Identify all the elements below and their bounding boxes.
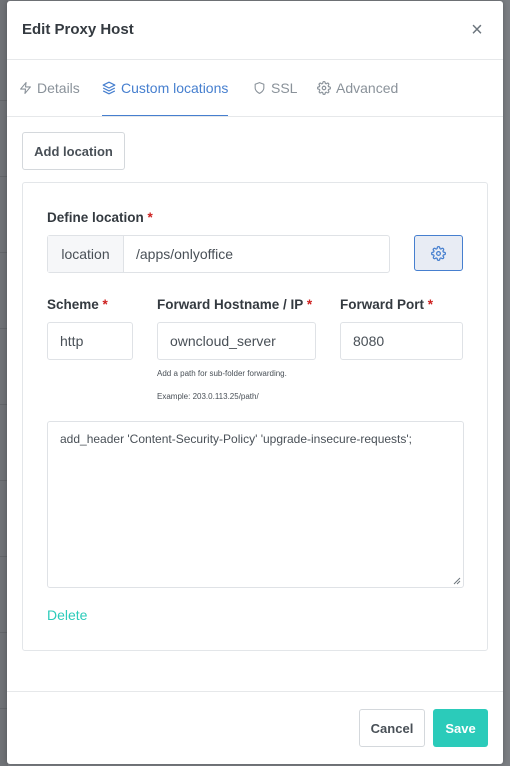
tab-ssl-label: SSL [271,80,298,96]
hostname-field[interactable]: owncloud_server [157,322,316,360]
location-path-input[interactable]: /apps/onlyoffice [124,236,389,272]
tab-advanced[interactable]: Advanced [317,60,398,116]
modal-header: Edit Proxy Host × [7,1,503,60]
port-field[interactable]: 8080 [340,322,463,360]
shield-icon [254,82,265,94]
location-settings-button[interactable] [414,235,463,271]
hostname-label: Forward Hostname / IP * [157,297,312,312]
tab-details[interactable]: Details [19,60,80,116]
modal-title: Edit Proxy Host [22,21,134,38]
define-location-label: Define location * [47,210,153,225]
layers-icon [102,81,116,94]
required-mark: * [102,297,108,312]
tab-custom-locations[interactable]: Custom locations [102,60,229,116]
delete-location-link[interactable]: Delete [47,607,87,623]
hostname-label-text: Forward Hostname / IP [157,297,304,312]
port-label-text: Forward Port [340,297,425,312]
location-card: Define location * location /apps/onlyoff… [22,182,488,651]
gear-icon [317,81,331,95]
scheme-label-text: Scheme [47,297,99,312]
hint-example: Example: 203.0.113.25/path/ [157,392,259,401]
required-mark: * [427,297,434,312]
advanced-config-textarea[interactable]: add_header 'Content-Security-Policy' 'up… [47,421,464,588]
location-input-group: location /apps/onlyoffice [47,235,390,273]
tab-ssl[interactable]: SSL [253,60,297,116]
close-button[interactable]: × [466,19,488,41]
modal-footer: Cancel Save [7,691,503,764]
advanced-config-text: add_header 'Content-Security-Policy' 'up… [60,432,413,446]
required-mark: * [306,297,313,312]
required-mark: * [147,210,153,225]
tab-custom-locations-label: Custom locations [121,79,229,96]
resize-grip-icon[interactable] [453,577,461,585]
bolt-icon [20,82,31,94]
hint-subfolder: Add a path for sub-folder forwarding. [157,369,287,378]
tab-bar: Details Custom locations SSL Advanced [7,60,503,117]
scheme-field[interactable]: http [47,322,133,360]
scheme-label: Scheme * [47,297,108,312]
tab-details-label: Details [37,80,80,96]
cancel-button[interactable]: Cancel [359,709,425,747]
location-addon: location [48,236,124,272]
add-location-button[interactable]: Add location [22,132,125,170]
gear-icon [431,245,446,261]
save-button[interactable]: Save [433,709,488,747]
tab-advanced-label: Advanced [336,80,399,96]
port-label: Forward Port * [340,297,433,312]
define-location-text: Define location [47,210,144,225]
edit-proxy-host-modal: Edit Proxy Host × Details Custom locatio… [7,1,503,764]
